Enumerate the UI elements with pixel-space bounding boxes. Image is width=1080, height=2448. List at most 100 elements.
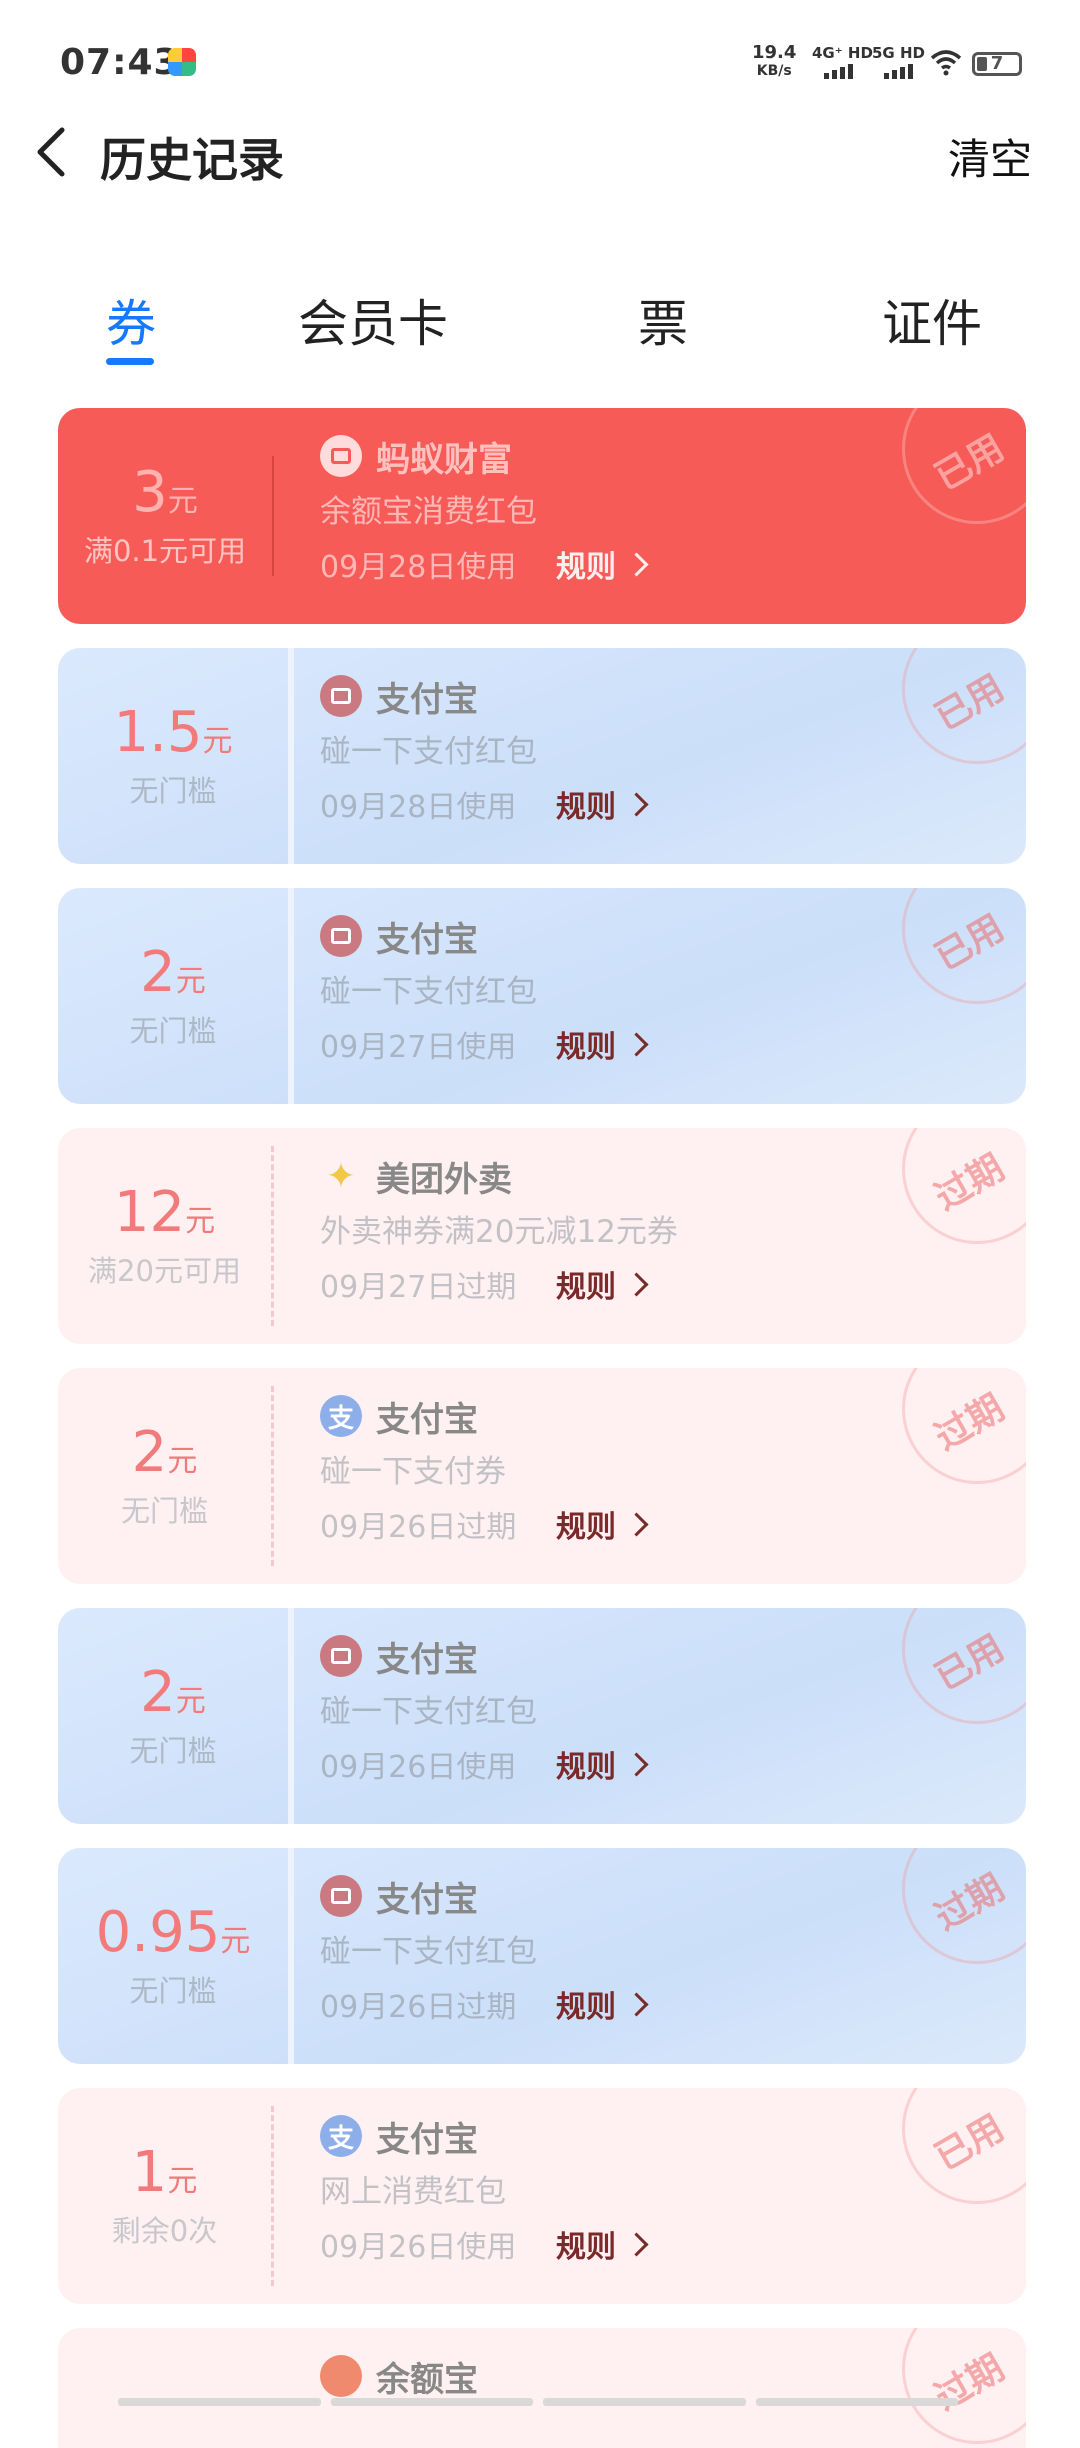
coupon-unit: 元 [185,1204,216,1239]
yuebao-icon [320,2355,362,2397]
sim1-label: 4G⁺ HD [812,44,873,62]
coupon-unit: 元 [220,1924,251,1959]
sim1-signal-icon [824,64,853,79]
coupon-condition: 无门槛 [129,1974,217,2008]
chevron-right-icon [624,1511,649,1537]
network-speed-unit: KB/s [756,63,792,79]
coupon-amount: 3 [132,460,168,525]
battery-level: 7 [990,53,1004,74]
coupon-merchant: 支付宝 [376,919,478,960]
rule-label: 规则 [556,1990,616,2025]
sim2-label: 5G HD [872,44,925,62]
coupon-condition: 无门槛 [129,1014,217,1048]
coupon-description: 碰一下支付红包 [320,1694,537,1730]
status-bar: 07:43 19.4 KB/s 4G⁺ HD 5G HD 7 [0,0,1080,120]
coupon-amount: 2 [140,940,176,1005]
coupon-card[interactable]: 2元 无门槛 支 支付宝 碰一下支付券 09月26日过期 规则 过期 [58,1368,1026,1584]
rule-label: 规则 [556,2230,616,2265]
rule-link[interactable]: 规则 [556,2222,649,2266]
rule-label: 规则 [556,1030,616,1065]
coupon-amount: 2 [140,1660,176,1725]
coupon-unit: 元 [175,1684,206,1719]
red-packet-icon [320,675,362,717]
coupon-value: 1.5元 无门槛 [58,648,294,864]
coupon-card[interactable]: 12元 满20元可用 ✦ 美团外卖 外卖神券满20元减12元券 09月27日过期… [58,1128,1026,1344]
alipay-icon: 支 [320,2115,362,2157]
coupon-description: 余额宝消费红包 [320,494,537,530]
coupon-date: 09月26日过期 [320,1990,517,2025]
rule-label: 规则 [556,1510,616,1545]
red-packet-icon [320,1875,362,1917]
chevron-right-icon [624,1271,649,1297]
coupon-card[interactable]: 余额宝 过期 [58,2328,1026,2448]
coupon-merchant: 余额宝 [376,2359,478,2400]
coupon-date: 09月26日使用 [320,2230,517,2265]
tab-tickets[interactable]: 票 [638,284,688,356]
gesture-bar [118,2398,958,2406]
tab-membership-cards[interactable]: 会员卡 [298,284,448,356]
rule-label: 规则 [556,1270,616,1305]
coupon-value: 0.95元 无门槛 [58,1848,294,2064]
tab-documents[interactable]: 证件 [882,284,982,356]
rule-link[interactable]: 规则 [556,542,649,586]
coupon-date: 09月26日使用 [320,1750,517,1785]
network-speed-value: 19.4 [752,42,797,63]
rule-link[interactable]: 规则 [556,1982,649,2026]
rule-link[interactable]: 规则 [556,1022,649,1066]
clear-button[interactable]: 清空 [948,126,1032,187]
coupon-card[interactable]: 3元 满0.1元可用 蚂蚁财富 余额宝消费红包 09月28日使用 规则 已用 [58,408,1026,624]
coupon-list: 3元 满0.1元可用 蚂蚁财富 余额宝消费红包 09月28日使用 规则 已用 1… [58,408,1026,2448]
coupon-amount: 12 [113,1180,186,1245]
meituan-kangaroo-icon: ✦ [325,1155,357,1197]
coupon-description: 碰一下支付红包 [320,734,537,770]
back-arrow-icon[interactable] [30,122,74,182]
coupon-amount: 0.95 [95,1900,221,1965]
coupon-condition: 无门槛 [129,774,217,808]
coupon-amount: 1 [131,2140,168,2205]
coupon-card[interactable]: 1.5元 无门槛 支付宝 碰一下支付红包 09月28日使用 规则 已用 [58,648,1026,864]
status-time: 07:43 [60,42,180,83]
coupon-value: 12元 满20元可用 [58,1146,274,1326]
coupon-unit: 元 [167,1444,198,1479]
coupon-unit: 元 [202,724,233,759]
chevron-right-icon [624,1991,649,2017]
coupon-condition: 剩余0次 [111,2214,218,2248]
coupon-unit: 元 [175,964,206,999]
coupon-date: 09月28日使用 [320,790,517,825]
coupon-date: 09月28日使用 [320,550,517,585]
active-tab-indicator [106,358,154,365]
coupon-date: 09月26日过期 [320,1510,517,1545]
sim2-signal-icon [884,64,913,79]
coupon-card[interactable]: 2元 无门槛 支付宝 碰一下支付红包 09月27日使用 规则 已用 [58,888,1026,1104]
coupon-merchant: 支付宝 [376,1879,478,1920]
coupon-date: 09月27日过期 [320,1270,517,1305]
coupon-amount: 2 [131,1420,168,1485]
tab-bar: 券 会员卡 票 证件 [0,270,1080,370]
tab-coupons[interactable]: 券 [106,284,156,356]
rule-link[interactable]: 规则 [556,1742,649,1786]
wifi-icon [930,50,962,76]
coupon-amount: 1.5 [113,700,203,765]
rule-link[interactable]: 规则 [556,1502,649,1546]
coupon-date: 09月27日使用 [320,1030,517,1065]
coupon-card[interactable]: 1元 剩余0次 支 支付宝 网上消费红包 09月26日使用 规则 已用 [58,2088,1026,2304]
coupon-merchant: 支付宝 [376,1399,478,1440]
red-packet-icon [320,915,362,957]
rule-link[interactable]: 规则 [556,1262,649,1306]
coupon-value: 1元 剩余0次 [58,2106,274,2286]
chevron-right-icon [624,551,649,577]
coupon-merchant: 美团外卖 [376,1159,512,1200]
coupon-card[interactable]: 0.95元 无门槛 支付宝 碰一下支付红包 09月26日过期 规则 过期 [58,1848,1026,2064]
coupon-condition: 满0.1元可用 [83,534,247,568]
rule-link[interactable]: 规则 [556,782,649,826]
coupon-value: 2元 无门槛 [58,1386,274,1566]
coupon-card[interactable]: 2元 无门槛 支付宝 碰一下支付红包 09月26日使用 规则 已用 [58,1608,1026,1824]
coupon-merchant: 支付宝 [376,679,478,720]
network-speed: 19.4 KB/s [752,44,796,80]
rule-label: 规则 [556,550,616,585]
coupon-description: 碰一下支付券 [320,1454,506,1490]
coupon-merchant: 支付宝 [376,2119,478,2160]
coupon-merchant: 支付宝 [376,1639,478,1680]
coupon-value: 2元 无门槛 [58,888,294,1104]
coupon-description: 外卖神券满20元减12元券 [320,1214,678,1250]
